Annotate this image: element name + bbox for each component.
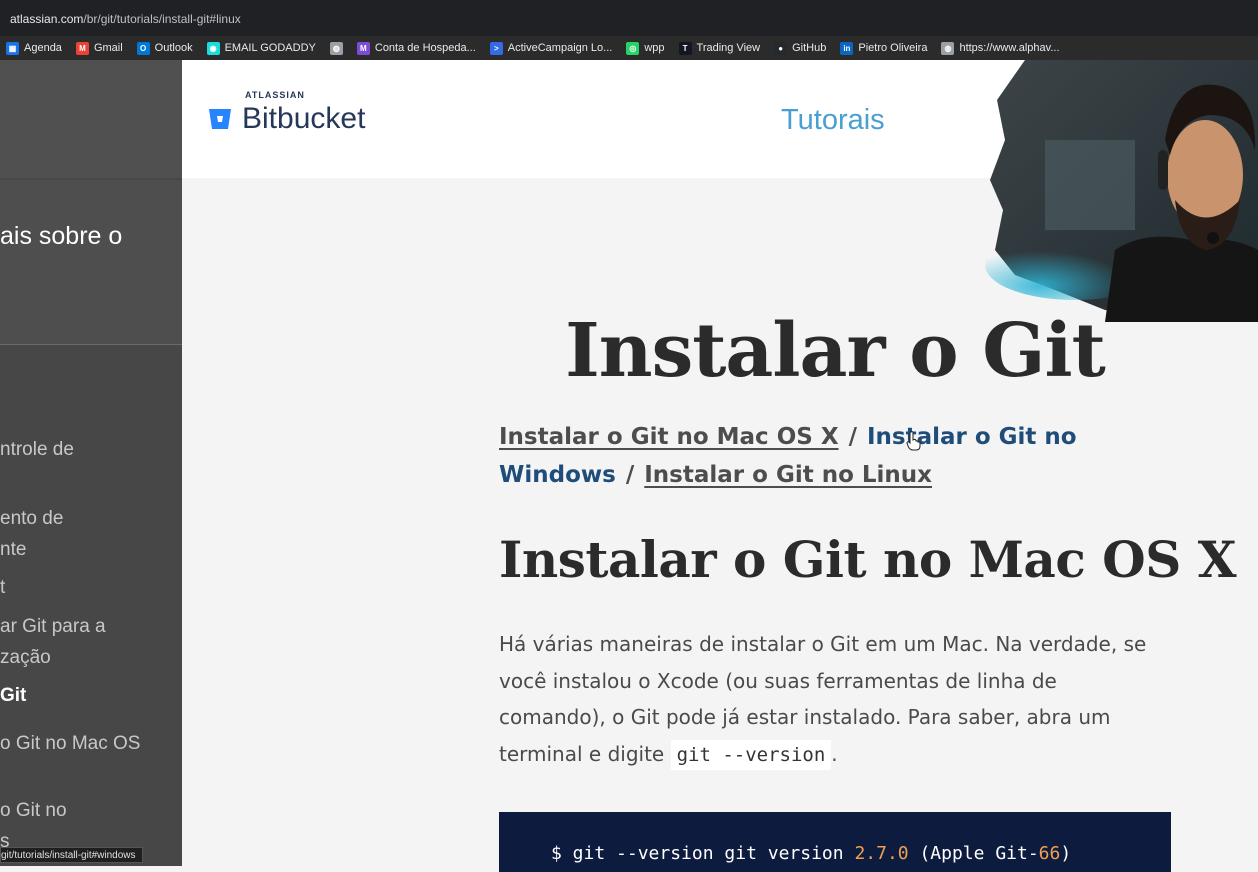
nav-tutorials-link[interactable]: Tutorais bbox=[781, 104, 885, 137]
sidebar-divider bbox=[0, 344, 182, 345]
code-paren-open: (Apple Git- bbox=[908, 843, 1039, 864]
sidebar-item[interactable]: o Git no Mac OS bbox=[0, 728, 140, 759]
link-install-mac[interactable]: Instalar o Git no Mac OS X bbox=[499, 424, 839, 450]
bookmark-item[interactable]: ● GitHub bbox=[774, 41, 827, 55]
sidebar-item[interactable]: zação bbox=[0, 642, 51, 673]
bookmark-item[interactable]: ▦ Agenda bbox=[6, 41, 62, 55]
sidebar-item[interactable]: ento de bbox=[0, 503, 63, 534]
install-links: Instalar o Git no Mac OS X / Instalar o Gi… bbox=[499, 418, 1119, 494]
bookmarks-bar: ▦ Agenda M Gmail O Outlook ◉ EMAIL GODADDY ◍ M Con… bbox=[0, 36, 1258, 60]
link-install-linux[interactable]: Instalar o Git no Linux bbox=[644, 462, 932, 488]
bookmark-item[interactable]: ◉ EMAIL GODADDY bbox=[206, 41, 316, 55]
tradingview-icon: T bbox=[678, 41, 692, 55]
url-host: atlassian.com bbox=[10, 12, 84, 26]
sidebar-section-title: ais sobre o bbox=[0, 180, 182, 345]
bookmark-item[interactable]: in Pietro Oliveira bbox=[840, 41, 928, 55]
whatsapp-icon: ◎ bbox=[626, 41, 640, 55]
bookmark-label: wpp bbox=[644, 42, 665, 54]
bookmark-label: Pietro Oliveira bbox=[858, 42, 928, 54]
link-separator: / bbox=[848, 424, 857, 450]
intro-paragraph: Há várias maneiras de instalar o Git em … bbox=[499, 626, 1159, 773]
bookmark-label: Trading View bbox=[696, 42, 761, 54]
bitbucket-wordmark: Bitbucket bbox=[242, 102, 366, 135]
sidebar-item[interactable]: nte bbox=[0, 534, 26, 565]
hosting-icon: M bbox=[356, 41, 370, 55]
link-separator: / bbox=[625, 462, 635, 488]
godaddy-icon: ◉ bbox=[206, 41, 220, 55]
url-path: /br/git/tutorials/install-git#linux bbox=[83, 12, 241, 26]
bookmark-label: https://www.alphav... bbox=[959, 42, 1060, 54]
code-paren-close: ) bbox=[1060, 843, 1072, 864]
bookmark-label: Conta de Hospeda... bbox=[374, 42, 476, 54]
bookmark-item[interactable]: > ActiveCampaign Lo... bbox=[489, 41, 613, 55]
bookmark-label: EMAIL GODADDY bbox=[224, 42, 316, 54]
sidebar-item[interactable]: ar Git para a bbox=[0, 611, 106, 642]
bookmark-item[interactable]: ◍ bbox=[329, 41, 343, 55]
code-build-number: 66 bbox=[1038, 843, 1061, 864]
bookmark-item[interactable]: O Outlook bbox=[136, 41, 193, 55]
bookmark-label: ActiveCampaign Lo... bbox=[507, 42, 613, 54]
inline-code: git --version bbox=[670, 739, 832, 770]
address-bar[interactable]: atlassian.com/br/git/tutorials/install-g… bbox=[0, 0, 1258, 36]
sidebar-top-band bbox=[0, 60, 182, 178]
hand-cursor-icon bbox=[906, 431, 921, 451]
bookmark-item[interactable]: M Gmail bbox=[75, 41, 123, 55]
page-title: Instalar o Git bbox=[565, 308, 1106, 394]
bookmark-item[interactable]: ◎ wpp bbox=[626, 41, 665, 55]
sidebar-item[interactable]: o Git no bbox=[0, 795, 67, 826]
activecampaign-icon: > bbox=[489, 41, 503, 55]
atlassian-wordmark: ATLASSIAN bbox=[245, 90, 305, 100]
globe-icon: ◍ bbox=[941, 41, 955, 55]
link-status-bar: git/tutorials/install-git#windows bbox=[0, 847, 143, 863]
outlook-icon: O bbox=[136, 41, 150, 55]
linkedin-icon: in bbox=[840, 41, 854, 55]
bookmark-item[interactable]: ◍ https://www.alphav... bbox=[941, 41, 1060, 55]
code-block: $ git --version git version 2.7.0 (Apple… bbox=[499, 812, 1171, 872]
gmail-icon: M bbox=[75, 41, 89, 55]
code-version-number: 2.7.0 bbox=[854, 843, 909, 864]
bookmark-item[interactable]: M Conta de Hospeda... bbox=[356, 41, 476, 55]
bookmark-label: Agenda bbox=[24, 42, 62, 54]
github-icon: ● bbox=[774, 41, 788, 55]
paragraph-end: . bbox=[831, 741, 838, 766]
calendar-icon: ▦ bbox=[6, 41, 19, 55]
code-prompt: $ git --version git version bbox=[551, 843, 855, 864]
webcam-person-image bbox=[985, 60, 1258, 322]
bookmark-label: Outlook bbox=[154, 42, 193, 54]
bitbucket-logo-icon bbox=[209, 109, 231, 129]
globe-icon: ◍ bbox=[329, 41, 343, 55]
webcam-overlay bbox=[985, 60, 1258, 322]
sidebar-item-active[interactable]: Git bbox=[0, 680, 26, 711]
sidebar-item[interactable]: t bbox=[0, 572, 5, 603]
section-heading-mac: Instalar o Git no Mac OS X bbox=[499, 530, 1237, 589]
sidebar-nav: ais sobre o ntrole de ento de nte t ar G… bbox=[0, 60, 182, 866]
bookmark-label: Gmail bbox=[93, 42, 123, 54]
sidebar-item[interactable]: ntrole de bbox=[0, 434, 74, 465]
bookmark-item[interactable]: T Trading View bbox=[678, 41, 761, 55]
bookmark-label: GitHub bbox=[792, 42, 827, 54]
